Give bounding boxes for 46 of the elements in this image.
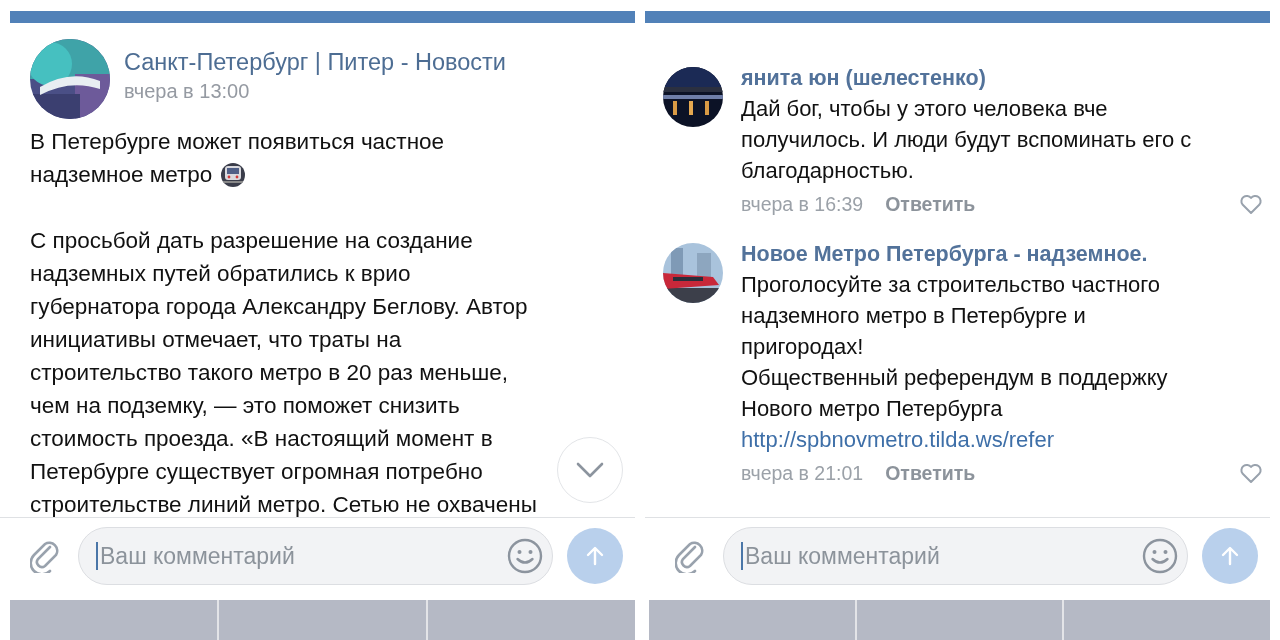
post-text-line: инициативы отмечает, что траты на xyxy=(30,326,402,354)
like-icon[interactable] xyxy=(1239,193,1263,215)
metro-train-icon xyxy=(220,161,247,188)
emoji-icon[interactable] xyxy=(1142,538,1178,574)
comment-time: вчера в 16:39 xyxy=(741,192,864,216)
post-text-line: строительство такого метро в 20 раз меньше, xyxy=(30,359,509,387)
comment-text-line: надземного метро в Петербурге и xyxy=(741,302,1087,330)
comment-input-field[interactable]: Ваш комментарий xyxy=(723,527,1188,585)
comment-text-line: благодарностью. xyxy=(741,157,915,185)
post-text-line: губернатора города Александру Беглову. Автор xyxy=(30,293,528,321)
comment-text-line: получилось. И люди будут вспоминать его с xyxy=(741,126,1193,154)
comment-link[interactable]: http://spbnovmetro.tilda.ws/refer xyxy=(741,424,1055,455)
comment-text-line: Дай бог, чтобы у этого человека вче xyxy=(741,95,1109,123)
chevron-down-icon xyxy=(575,461,605,479)
send-button[interactable] xyxy=(1202,528,1258,584)
keyboard-key[interactable] xyxy=(219,600,426,640)
post-text-line: надземное метро xyxy=(30,161,213,189)
post-text-line: надземных путей обратились к врио xyxy=(30,260,411,288)
comment-input-field[interactable]: Ваш комментарий xyxy=(78,527,553,585)
post-time: вчера в 13:00 xyxy=(124,80,251,103)
post-text-line: Петербурге существует огромная потребно xyxy=(30,458,483,486)
emoji-icon[interactable] xyxy=(507,538,543,574)
reply-link[interactable]: Ответить xyxy=(885,461,976,485)
send-button[interactable] xyxy=(567,528,623,584)
paperclip-icon[interactable] xyxy=(675,539,705,573)
comment-author-link[interactable]: янита юн (шелестенко) xyxy=(741,63,1261,93)
post-text-line: чем на подземку, — это поможет снизить xyxy=(30,392,460,420)
keyboard-key[interactable] xyxy=(856,600,1063,640)
keyboard-key[interactable] xyxy=(10,600,217,640)
post-author-link[interactable]: Санкт-Петербург | Питер - Новости xyxy=(124,49,506,76)
comment-time: вчера в 21:01 xyxy=(741,461,864,485)
reply-link[interactable]: Ответить xyxy=(885,192,976,216)
comment-text-line: Проголосуйте за строительство частного xyxy=(741,271,1162,299)
post-text-line: С просьбой дать разрешение на создание xyxy=(30,227,473,255)
post-text-line: стоимость проезда. «В настоящий момент в xyxy=(30,425,493,453)
paperclip-icon[interactable] xyxy=(30,539,60,573)
post-text-line: строительстве линий метро. Сетью не охвачены xyxy=(30,491,537,517)
comment-text-line: Общественный референдум в поддержку xyxy=(741,364,1169,392)
comment-text-line: Нового метро Петербурга xyxy=(741,395,1004,423)
post-text-line: В Петербурге может появиться частное xyxy=(30,128,445,156)
keyboard-key[interactable] xyxy=(428,600,635,640)
keyboard-key[interactable] xyxy=(1064,600,1270,640)
keyboard-key[interactable] xyxy=(649,600,855,640)
like-icon[interactable] xyxy=(1239,462,1263,484)
comment-author-link[interactable]: Новое Метро Петербурга - надземное. xyxy=(741,239,1261,269)
comment-text-line: пригородах! xyxy=(741,333,865,361)
